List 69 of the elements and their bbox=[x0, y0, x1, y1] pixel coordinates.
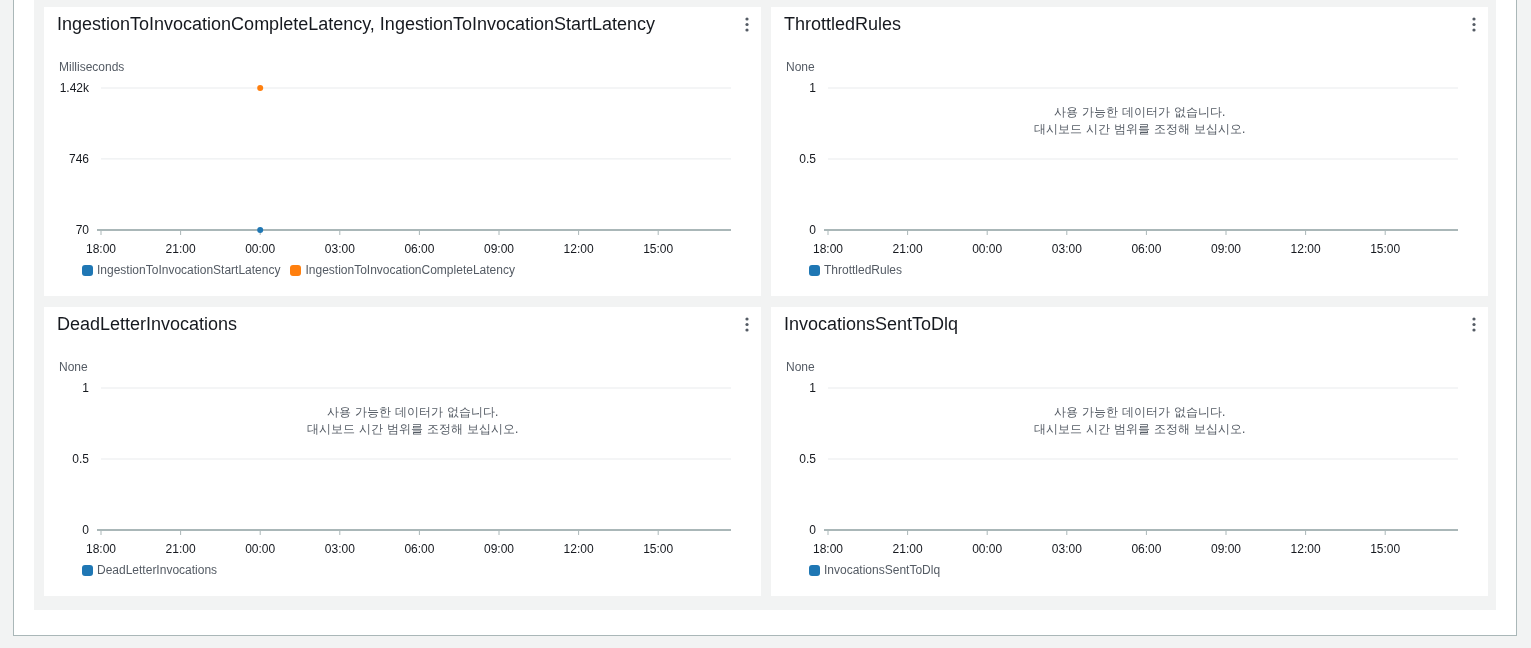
y-tick-label: 70 bbox=[75, 223, 89, 237]
y-tick-label: 0 bbox=[809, 223, 816, 237]
y-tick-label: 0.5 bbox=[799, 452, 816, 466]
y-tick-label: 1 bbox=[809, 81, 816, 95]
widget-title: DeadLetterInvocations bbox=[57, 313, 238, 335]
x-tick-label: 18:00 bbox=[86, 242, 116, 256]
legend-label[interactable]: DeadLetterInvocations bbox=[97, 563, 218, 577]
more-options-icon[interactable] bbox=[1472, 16, 1476, 32]
more-options-icon[interactable] bbox=[1472, 316, 1476, 332]
no-data-message: 사용 가능한 데이터가 없습니다. bbox=[1054, 405, 1226, 419]
y-tick-label: 0.5 bbox=[72, 452, 89, 466]
x-tick-label: 09:00 bbox=[1211, 542, 1241, 556]
x-tick-label: 09:00 bbox=[484, 542, 514, 556]
y-axis-label: None bbox=[786, 360, 816, 375]
x-tick-label: 21:00 bbox=[892, 242, 923, 256]
y-tick-label: 1 bbox=[82, 381, 89, 395]
x-tick-label: 18:00 bbox=[813, 542, 843, 556]
x-tick-label: 15:00 bbox=[643, 242, 674, 256]
x-tick-label: 12:00 bbox=[1290, 242, 1321, 256]
x-tick-label: 12:00 bbox=[563, 542, 594, 556]
x-tick-label: 12:00 bbox=[1290, 542, 1321, 556]
x-tick-label: 15:00 bbox=[1370, 242, 1401, 256]
y-tick-label: 0 bbox=[809, 523, 816, 537]
x-tick-label: 06:00 bbox=[404, 542, 435, 556]
widget-title: InvocationsSentToDlq bbox=[784, 313, 959, 335]
y-axis-label: Milliseconds bbox=[59, 60, 126, 75]
no-data-message: 사용 가능한 데이터가 없습니다. bbox=[1054, 105, 1226, 119]
x-tick-label: 03:00 bbox=[1051, 542, 1082, 556]
data-point bbox=[257, 227, 264, 233]
x-tick-label: 21:00 bbox=[165, 542, 196, 556]
x-tick-label: 03:00 bbox=[324, 542, 355, 556]
x-tick-label: 00:00 bbox=[972, 242, 1003, 256]
x-tick-label: 18:00 bbox=[813, 242, 843, 256]
more-options-icon[interactable] bbox=[745, 16, 749, 32]
y-tick-label: 746 bbox=[68, 151, 89, 166]
no-data-message: 대시보드 시간 범위를 조정해 보십시오. bbox=[1034, 422, 1246, 436]
x-tick-label: 06:00 bbox=[1131, 242, 1162, 256]
widget-title: IngestionToInvocationCompleteLatency, IngestionToInvocationStartLatency bbox=[57, 13, 656, 35]
x-tick-label: 00:00 bbox=[972, 542, 1003, 556]
y-tick-label: 1 bbox=[809, 381, 816, 395]
legend-label[interactable]: ThrottledRules bbox=[824, 263, 903, 277]
x-tick-label: 03:00 bbox=[1051, 242, 1082, 256]
x-tick-label: 15:00 bbox=[1370, 542, 1401, 556]
x-tick-label: 03:00 bbox=[324, 242, 355, 256]
legend-label[interactable]: IngestionToInvocationStartLatency bbox=[97, 263, 281, 277]
y-tick-label: 0 bbox=[82, 523, 89, 537]
x-tick-label: 21:00 bbox=[165, 242, 196, 256]
legend-label[interactable]: InvocationsSentToDlq bbox=[824, 563, 941, 577]
no-data-message: 대시보드 시간 범위를 조정해 보십시오. bbox=[307, 422, 519, 436]
x-tick-label: 09:00 bbox=[1211, 242, 1241, 256]
no-data-message: 대시보드 시간 범위를 조정해 보십시오. bbox=[1034, 122, 1246, 136]
data-point bbox=[257, 85, 264, 91]
x-tick-label: 06:00 bbox=[1131, 542, 1162, 556]
x-tick-label: 00:00 bbox=[245, 542, 276, 556]
x-tick-label: 09:00 bbox=[484, 242, 514, 256]
y-axis-label: None bbox=[59, 360, 89, 375]
x-tick-label: 06:00 bbox=[404, 242, 435, 256]
y-tick-label: 0.5 bbox=[799, 152, 816, 166]
x-tick-label: 21:00 bbox=[892, 542, 923, 556]
x-tick-label: 12:00 bbox=[563, 242, 594, 256]
more-options-icon[interactable] bbox=[745, 316, 749, 332]
widget-title: ThrottledRules bbox=[784, 13, 902, 35]
no-data-message: 사용 가능한 데이터가 없습니다. bbox=[327, 405, 499, 419]
legend-label[interactable]: IngestionToInvocationCompleteLatency bbox=[305, 263, 515, 277]
x-tick-label: 15:00 bbox=[643, 542, 674, 556]
x-tick-label: 18:00 bbox=[86, 542, 116, 556]
y-tick-label: 1.42k bbox=[59, 81, 89, 95]
y-axis-label: None bbox=[786, 60, 816, 75]
x-tick-label: 00:00 bbox=[245, 242, 276, 256]
